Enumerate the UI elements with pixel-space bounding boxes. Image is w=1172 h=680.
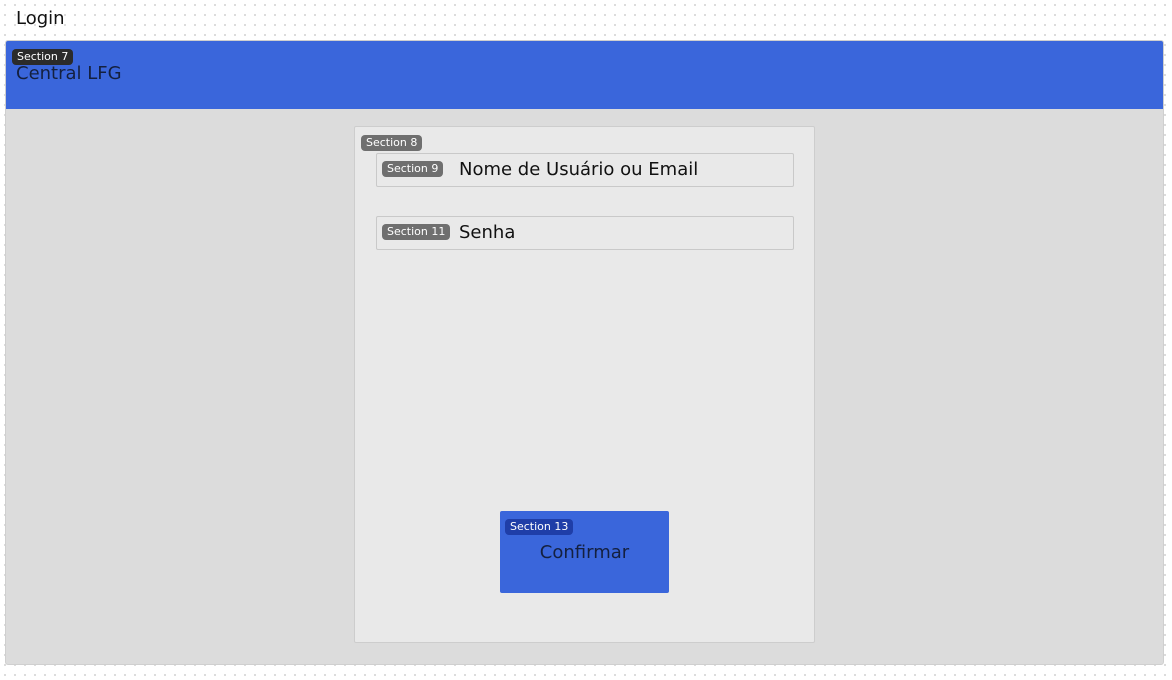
app-frame: Section 7 Central LFG Section 8 Section … bbox=[5, 40, 1164, 665]
confirm-button-label: Confirmar bbox=[539, 542, 630, 563]
header-bar: Section 7 Central LFG bbox=[6, 41, 1163, 109]
password-placeholder: Senha bbox=[459, 222, 516, 243]
username-field[interactable]: Section 9 Nome de Usuário ou Email bbox=[376, 153, 794, 187]
page-title: Login bbox=[16, 8, 65, 29]
section-badge: Section 9 bbox=[382, 161, 444, 177]
username-placeholder: Nome de Usuário ou Email bbox=[459, 159, 699, 180]
section-badge: Section 13 bbox=[505, 519, 574, 535]
app-title: Central LFG bbox=[16, 63, 122, 84]
password-field[interactable]: Section 11 Senha bbox=[376, 216, 794, 250]
login-card: Section 8 Section 9 Nome de Usuário ou E… bbox=[354, 126, 815, 643]
confirm-button[interactable]: Section 13 Confirmar bbox=[500, 511, 669, 593]
section-badge: Section 11 bbox=[382, 224, 451, 240]
section-badge: Section 8 bbox=[361, 135, 423, 151]
